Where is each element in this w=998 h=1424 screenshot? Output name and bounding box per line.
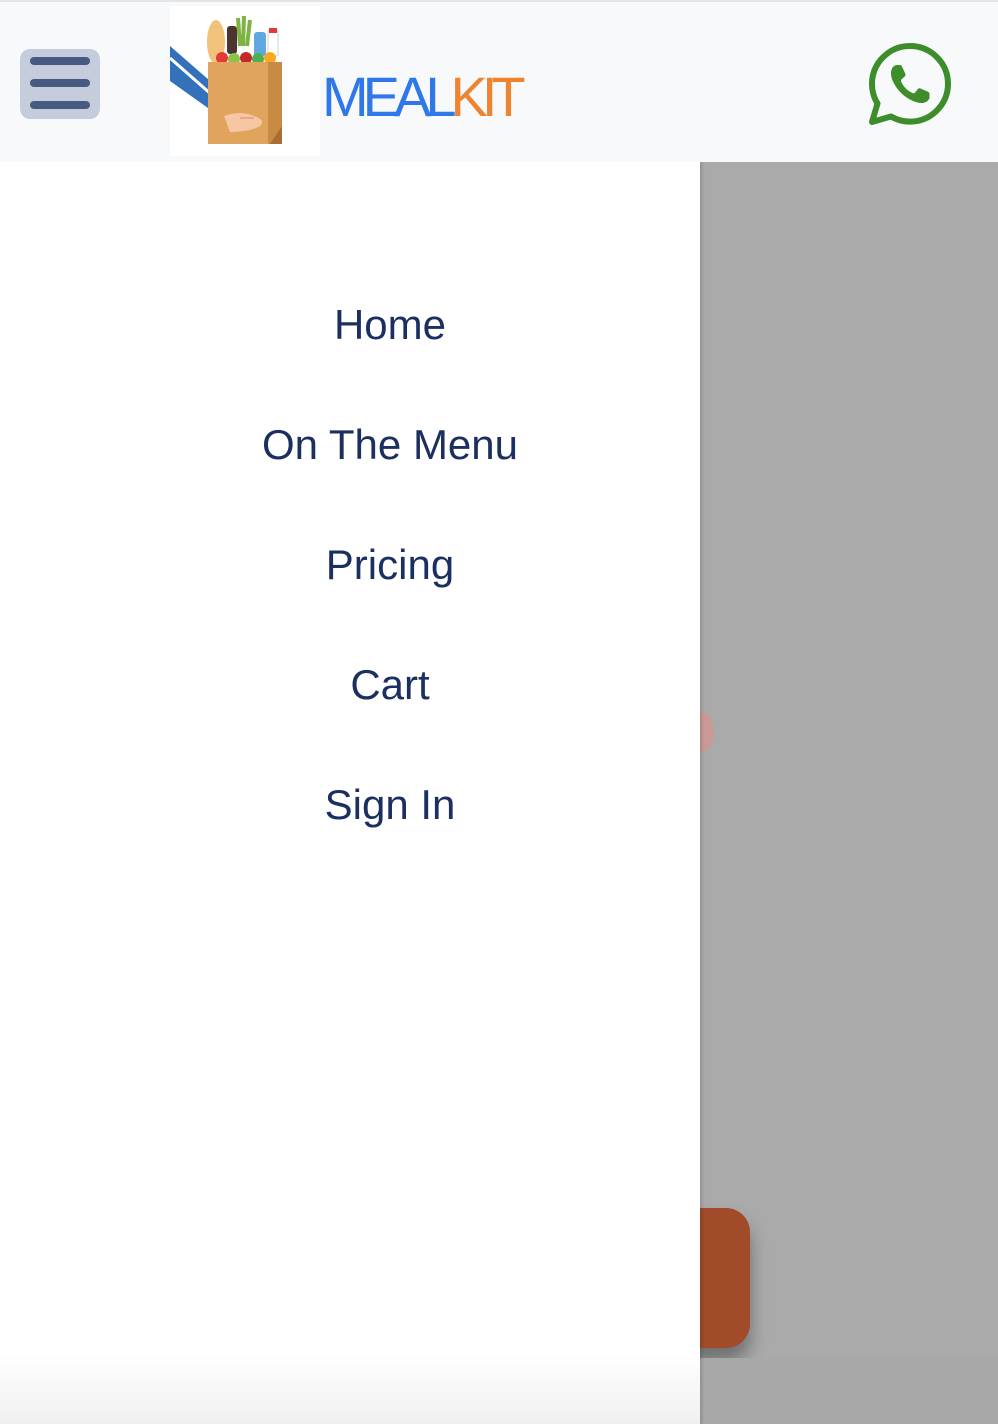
whatsapp-icon bbox=[869, 43, 951, 125]
nav-item-home[interactable]: Home bbox=[0, 300, 780, 350]
brand-logo[interactable] bbox=[169, 6, 320, 156]
brand-wordmark-part-1: MEAL bbox=[322, 65, 456, 128]
nav-item-on-the-menu[interactable]: On The Menu bbox=[0, 420, 780, 470]
whatsapp-button[interactable] bbox=[866, 40, 954, 128]
brand-wordmark-part-2: KIT bbox=[450, 65, 526, 128]
top-navbar: MEALKIT bbox=[0, 0, 998, 162]
side-navigation-drawer: Home On The Menu Pricing Cart Sign In bbox=[0, 162, 700, 1424]
hamburger-icon bbox=[30, 79, 90, 87]
hamburger-icon bbox=[30, 101, 90, 109]
menu-toggle-button[interactable] bbox=[20, 49, 100, 119]
hamburger-icon bbox=[30, 57, 90, 65]
nav-item-pricing[interactable]: Pricing bbox=[0, 540, 780, 590]
brand-wordmark[interactable]: MEALKIT bbox=[322, 65, 526, 128]
nav-item-sign-in[interactable]: Sign In bbox=[0, 780, 780, 830]
drawer-bottom-shadow bbox=[0, 1354, 700, 1424]
nav-item-cart[interactable]: Cart bbox=[0, 660, 780, 710]
grocery-bag-logo bbox=[169, 15, 282, 144]
